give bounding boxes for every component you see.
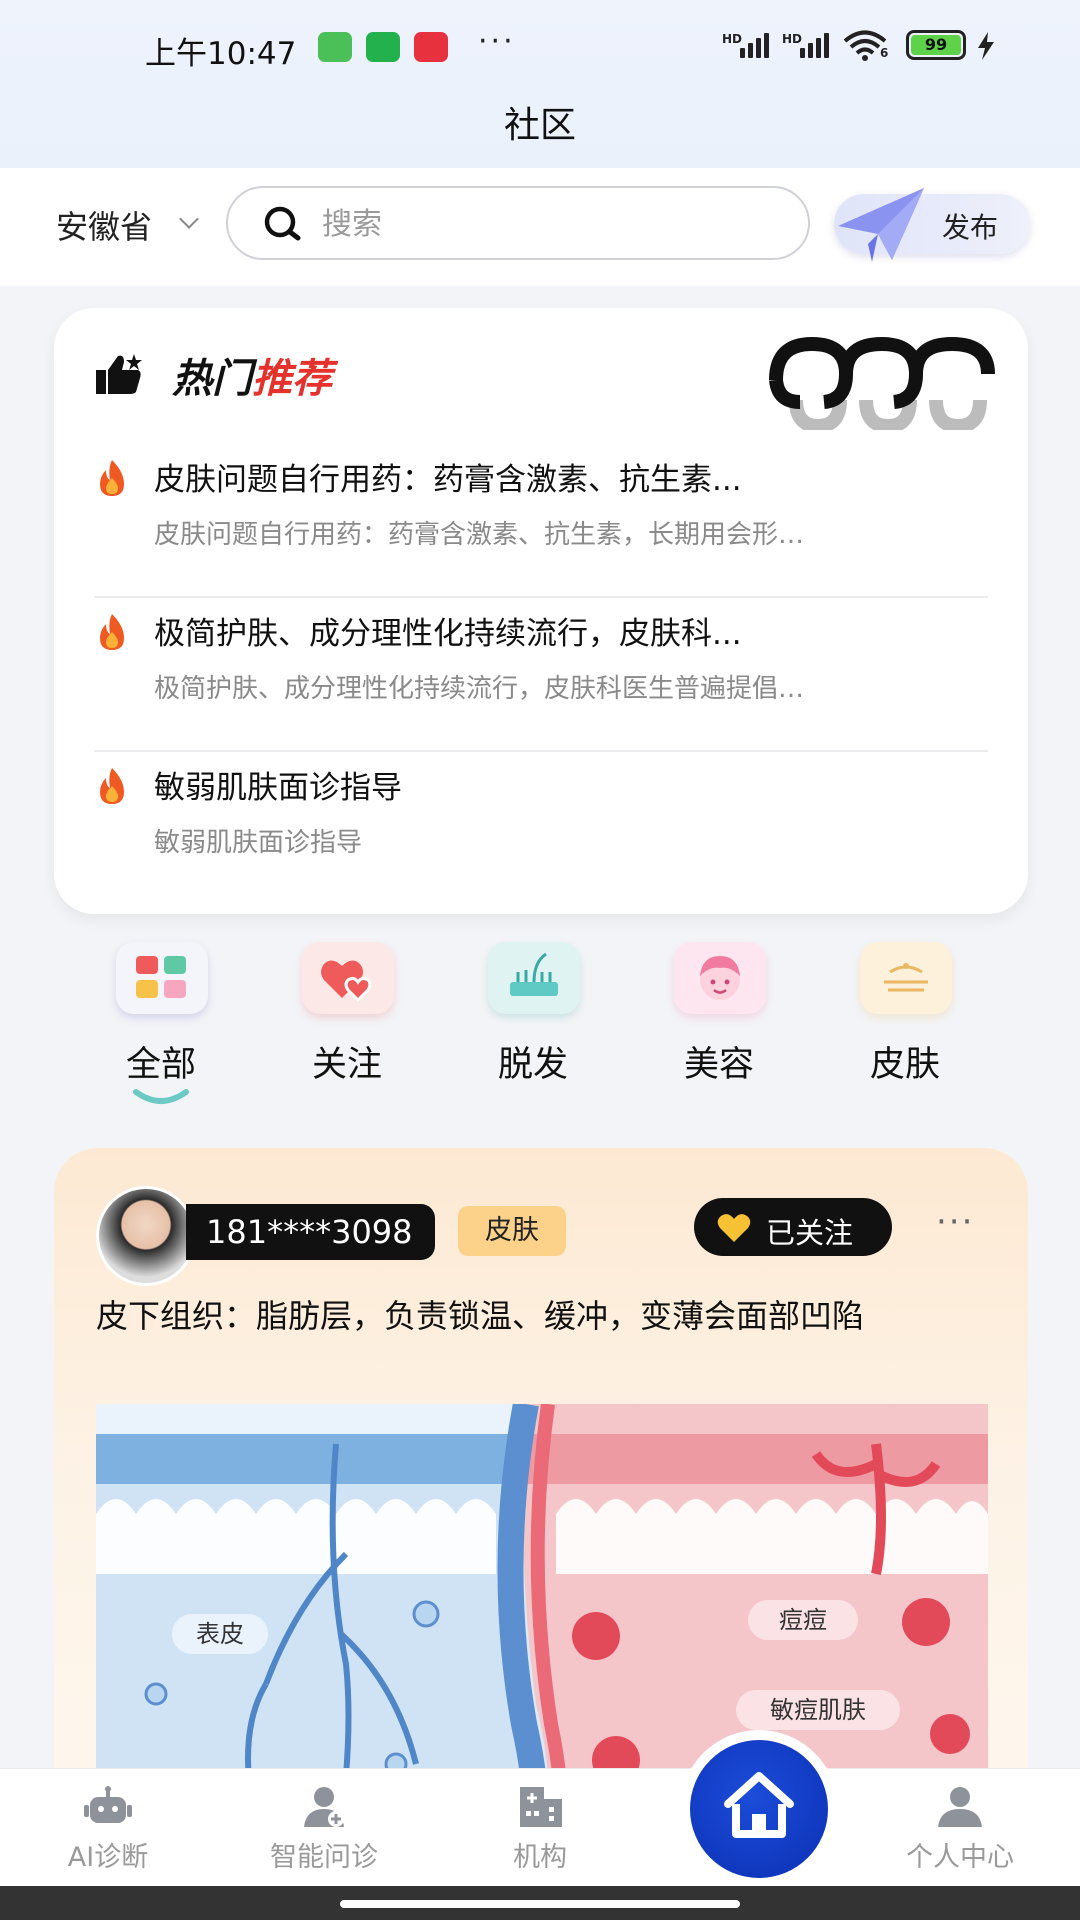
charging-icon — [978, 32, 994, 60]
chevron-down-icon[interactable] — [179, 209, 199, 229]
hot-recommend-card: 热门推荐 皮肤问题自行用药：药膏含激素、抗生素... 皮肤问题自行用药：药膏含激… — [54, 308, 1028, 914]
flame-icon — [100, 768, 124, 804]
avatar[interactable] — [96, 1186, 196, 1286]
illustration-label-acne-skin: 敏痘肌肤 — [770, 1696, 866, 1724]
page-title: 社区 — [503, 105, 576, 146]
tab-label: 个人中心 — [906, 1842, 1014, 1873]
status-more-icon: ··· — [478, 24, 516, 59]
hot-title-part2: 推荐 — [252, 356, 332, 402]
category-beauty[interactable]: 美容 — [654, 942, 784, 1112]
signal-label-2: HD — [782, 32, 803, 46]
category-all[interactable]: 全部 — [96, 942, 226, 1112]
more-options-icon[interactable]: ··· — [936, 1202, 974, 1242]
signal-1-icon — [740, 30, 769, 58]
signal-label-1: HD — [722, 32, 743, 46]
hot-item-desc: 皮肤问题自行用药：药膏含激素、抗生素，长期用会形… — [154, 520, 805, 550]
bottom-tab-bar: AI诊断 智能问诊 机构 个人中心 — [0, 1768, 1080, 1886]
search-box[interactable] — [226, 186, 810, 260]
hair-icon — [488, 942, 580, 1014]
follow-label: 已关注 — [766, 1216, 854, 1250]
system-nav-bar — [0, 1886, 1080, 1920]
home-indicator[interactable] — [340, 1900, 740, 1908]
category-tabs: 全部 关注 脱发 美容 皮肤 — [54, 942, 1028, 1112]
flame-icon — [100, 614, 124, 650]
post-tag[interactable]: 皮肤 — [458, 1206, 566, 1256]
heart-icon — [717, 1214, 751, 1242]
hot-item-desc: 极简护肤、成分理性化持续流行，皮肤科医生普遍提倡… — [154, 674, 805, 704]
flame-icon — [100, 460, 124, 496]
category-follow[interactable]: 关注 — [282, 942, 412, 1112]
paper-plane-icon — [838, 188, 924, 262]
search-input[interactable] — [322, 202, 782, 246]
home-button[interactable] — [690, 1740, 828, 1878]
category-label: 美容 — [683, 1045, 754, 1085]
signal-2-icon — [800, 30, 829, 58]
hot-item[interactable]: 皮肤问题自行用药：药膏含激素、抗生素... 皮肤问题自行用药：药膏含激素、抗生素… — [94, 446, 988, 598]
hot-item-desc: 敏弱肌肤面诊指导 — [154, 828, 363, 858]
battery-level: 99 — [911, 35, 961, 55]
person-icon — [938, 1787, 982, 1827]
heart-icon — [302, 942, 394, 1014]
tab-profile[interactable]: 个人中心 — [860, 1769, 1060, 1887]
skin-layers-icon — [860, 942, 952, 1014]
illustration-label-epidermis: 表皮 — [196, 1620, 244, 1648]
home-icon — [724, 1772, 794, 1838]
thumbs-up-icon — [96, 354, 142, 394]
wifi-level: 6 — [880, 46, 889, 60]
illustration-label-acne: 痘痘 — [779, 1606, 827, 1634]
tab-label: 机构 — [513, 1842, 567, 1873]
hot-title: 热门推荐 — [172, 346, 332, 404]
hot-item[interactable]: 敏弱肌肤面诊指导 敏弱肌肤面诊指导 — [94, 754, 988, 906]
robot-icon — [84, 1786, 132, 1823]
hot-item[interactable]: 极简护肤、成分理性化持续流行，皮肤科... 极简护肤、成分理性化持续流行，皮肤科… — [94, 600, 988, 752]
doctor-icon — [304, 1787, 344, 1827]
publish-button[interactable]: 发布 — [834, 188, 1030, 262]
category-label: 皮肤 — [869, 1045, 940, 1085]
post-username[interactable]: 181****3098 — [186, 1204, 435, 1260]
decorative-loops-icon — [769, 336, 995, 430]
tab-ai-diagnosis[interactable]: AI诊断 — [8, 1769, 208, 1887]
category-hairloss[interactable]: 脱发 — [468, 942, 598, 1112]
hot-item-title: 皮肤问题自行用药：药膏含激素、抗生素... — [154, 462, 742, 498]
publish-label: 发布 — [942, 211, 999, 244]
top-header: 上午10:47 ··· HD HD 6 99 社区 — [0, 0, 1080, 168]
post-text: 皮下组织：脂肪层，负责锁温、缓冲，变薄会面部凹陷 — [96, 1297, 865, 1335]
category-skin[interactable]: 皮肤 — [840, 942, 970, 1112]
battery-icon: 99 — [906, 30, 966, 60]
xiaohongshu-icon — [414, 32, 448, 62]
hospital-icon — [520, 1787, 562, 1827]
active-indicator — [133, 1089, 189, 1104]
wechat-icon — [318, 32, 352, 62]
province-selector[interactable]: 安徽省 — [56, 202, 152, 248]
hot-item-title: 敏弱肌肤面诊指导 — [154, 770, 402, 806]
category-label: 脱发 — [497, 1045, 568, 1085]
tab-label: 智能问诊 — [270, 1842, 378, 1873]
status-time: 上午10:47 — [145, 36, 297, 72]
search-row: 安徽省 发布 — [0, 168, 1080, 286]
status-bar: 上午10:47 ··· HD HD 6 99 — [0, 20, 1080, 76]
category-label: 全部 — [125, 1045, 196, 1085]
tab-smart-consult[interactable]: 智能问诊 — [224, 1769, 424, 1887]
grid-icon — [116, 942, 208, 1014]
face-icon — [674, 942, 766, 1014]
tab-institution[interactable]: 机构 — [440, 1769, 640, 1887]
phone-icon — [366, 32, 400, 62]
search-icon — [264, 206, 301, 241]
hot-item-title: 极简护肤、成分理性化持续流行，皮肤科... — [154, 616, 742, 652]
hot-title-part1: 热门 — [172, 356, 252, 402]
category-label: 关注 — [311, 1045, 382, 1085]
tab-label: AI诊断 — [67, 1842, 149, 1873]
follow-button[interactable]: 已关注 — [694, 1198, 892, 1256]
